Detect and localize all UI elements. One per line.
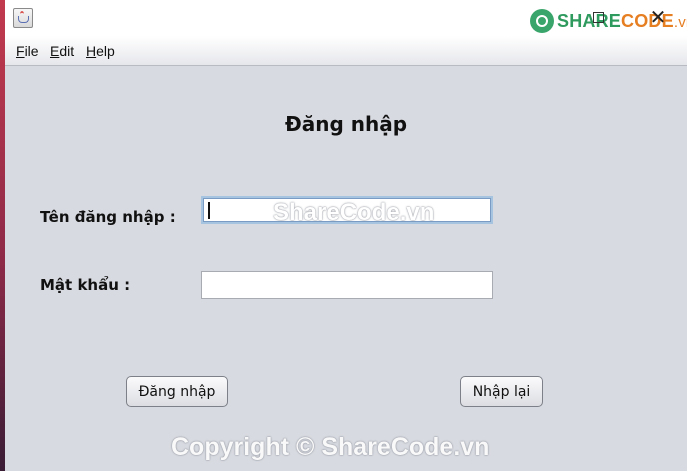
title-bar: SHARECODE.vn ✕ (5, 0, 687, 36)
username-label: Tên đăng nhập : (40, 208, 176, 226)
reset-button[interactable]: Nhập lại (460, 376, 543, 407)
username-input[interactable] (201, 196, 493, 224)
menu-help[interactable]: Help (86, 43, 115, 59)
password-label: Mật khẩu : (40, 276, 131, 294)
text-caret (208, 202, 210, 219)
sharecode-logo-icon (530, 9, 554, 33)
menu-bar: File Edit Help (5, 36, 687, 66)
password-input[interactable] (201, 271, 493, 299)
login-button[interactable]: Đăng nhập (126, 376, 228, 407)
close-icon[interactable]: ✕ (647, 6, 669, 28)
login-title: Đăng nhập (284, 112, 408, 136)
java-app-icon[interactable] (13, 8, 33, 28)
menu-file[interactable]: File (16, 43, 39, 59)
footer-watermark: Copyright © ShareCode.vn (171, 433, 490, 461)
menu-edit[interactable]: Edit (50, 43, 74, 59)
restore-icon[interactable] (589, 6, 611, 28)
login-window: SHARECODE.vn ✕ File Edit Help Đăng nhập … (5, 0, 687, 471)
